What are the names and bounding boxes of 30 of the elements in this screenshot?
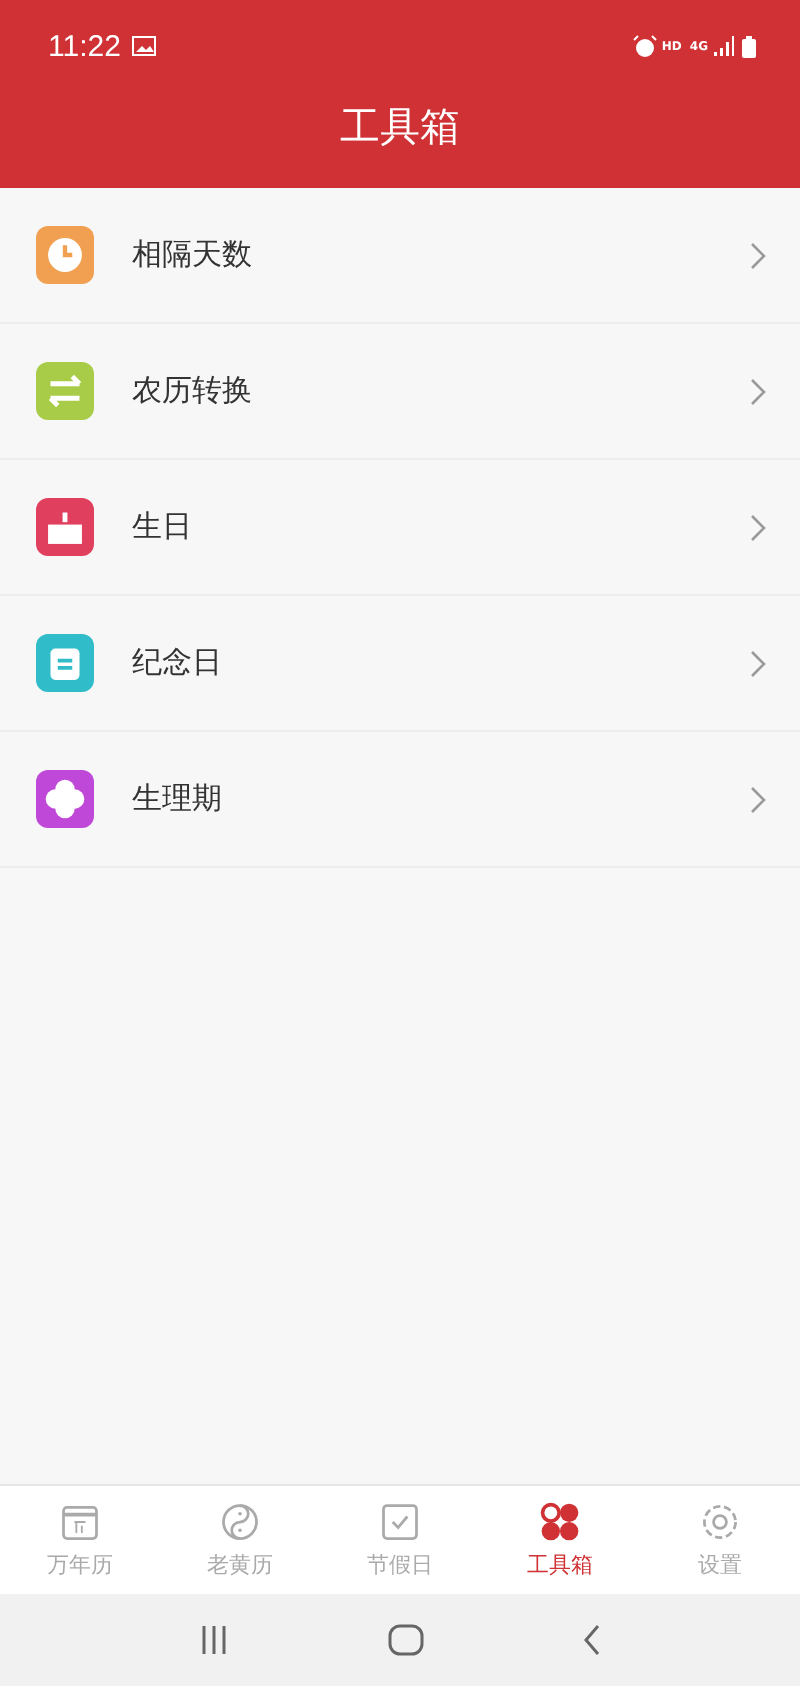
signal-icon — [712, 36, 734, 56]
dots-icon — [538, 1500, 582, 1544]
battery-icon — [742, 35, 756, 57]
tool-item[interactable]: 纪念日 — [0, 596, 800, 732]
home-icon[interactable] — [387, 1622, 424, 1658]
tool-item[interactable]: 相隔天数 — [0, 188, 800, 324]
chevron-icon — [748, 513, 766, 541]
tool-label: 相隔天数 — [132, 236, 254, 274]
check-icon — [378, 1500, 422, 1544]
tool-item[interactable]: 生日 — [0, 460, 800, 596]
back-icon[interactable] — [581, 1624, 602, 1656]
alarm-icon — [631, 34, 658, 58]
nav-tab[interactable]: 工具箱 — [480, 1486, 640, 1594]
chevron-icon — [748, 649, 766, 677]
recents-icon[interactable] — [198, 1624, 231, 1656]
chevron-icon — [748, 377, 766, 405]
chevron-icon — [748, 241, 766, 269]
chevron-icon — [748, 785, 766, 813]
page-title: 工具箱 — [340, 100, 460, 154]
gear-icon — [698, 1500, 742, 1544]
calendar-icon — [58, 1500, 102, 1544]
tool-item[interactable]: 农历转换 — [0, 324, 800, 460]
tool-label: 纪念日 — [132, 644, 224, 682]
tool-item[interactable]: 生理期 — [0, 732, 800, 868]
status-time: 11:22 — [48, 29, 121, 63]
yinyang-icon — [218, 1500, 262, 1544]
tool-label: 生日 — [132, 508, 194, 546]
tool-label: 农历转换 — [132, 372, 254, 410]
tool-label: 生理期 — [132, 780, 224, 818]
image-icon — [132, 36, 157, 56]
